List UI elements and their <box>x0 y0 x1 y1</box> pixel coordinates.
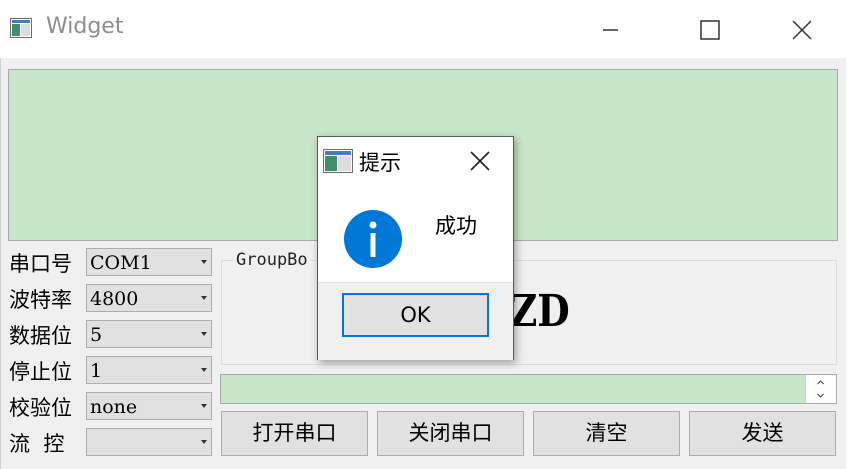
open-port-button[interactable]: 打开串口 <box>221 411 368 456</box>
info-icon <box>344 210 402 268</box>
close-port-button[interactable]: 关闭串口 <box>377 411 524 456</box>
baud-label: 波特率 <box>9 288 72 312</box>
window-border <box>0 58 1 469</box>
app-icon <box>323 149 353 173</box>
chevron-down-icon <box>201 296 207 300</box>
port-select[interactable]: COM1 <box>86 248 212 276</box>
window-border-right <box>846 58 854 469</box>
spin-buttons[interactable] <box>805 375 836 403</box>
parity-select[interactable]: none <box>86 392 212 420</box>
databits-label: 数据位 <box>9 324 72 348</box>
chevron-down-icon <box>201 404 207 408</box>
flow-select[interactable] <box>86 428 212 456</box>
maximize-icon[interactable] <box>688 10 732 50</box>
flow-label: 流 控 <box>9 432 65 456</box>
message-dialog: 提示 成功 OK <box>317 136 514 360</box>
send-text-area[interactable] <box>220 374 837 404</box>
databits-select[interactable]: 5 <box>86 320 212 348</box>
chevron-up-icon[interactable] <box>817 379 824 386</box>
ok-button[interactable]: OK <box>342 293 489 337</box>
dialog-footer: OK <box>318 282 513 360</box>
dialog-title: 提示 <box>359 151 401 175</box>
close-icon[interactable] <box>780 10 824 50</box>
title-bar: Widget <box>0 0 854 58</box>
app-icon <box>10 18 32 38</box>
databits-value: 5 <box>90 324 103 346</box>
window-title: Widget <box>46 14 124 39</box>
port-value: COM1 <box>90 252 152 274</box>
clear-button[interactable]: 清空 <box>533 411 680 456</box>
chevron-down-icon <box>201 260 207 264</box>
parity-value: none <box>90 396 138 418</box>
group-big-text: ZD <box>510 286 570 337</box>
stopbits-select[interactable]: 1 <box>86 356 212 384</box>
parity-label: 校验位 <box>9 396 72 420</box>
port-label: 串口号 <box>9 252 72 276</box>
minimize-icon[interactable] <box>588 10 632 50</box>
close-icon[interactable] <box>468 149 492 173</box>
stopbits-value: 1 <box>90 360 103 382</box>
stopbits-label: 停止位 <box>9 360 72 384</box>
dialog-message: 成功 <box>435 214 477 238</box>
chevron-down-icon <box>201 332 207 336</box>
chevron-down-icon[interactable] <box>817 392 824 399</box>
baud-value: 4800 <box>90 288 139 310</box>
chevron-down-icon <box>201 368 207 372</box>
chevron-down-icon <box>201 440 207 444</box>
baud-select[interactable]: 4800 <box>86 284 212 312</box>
group-box-title: GroupBo <box>234 250 310 270</box>
send-button[interactable]: 发送 <box>689 411 836 456</box>
